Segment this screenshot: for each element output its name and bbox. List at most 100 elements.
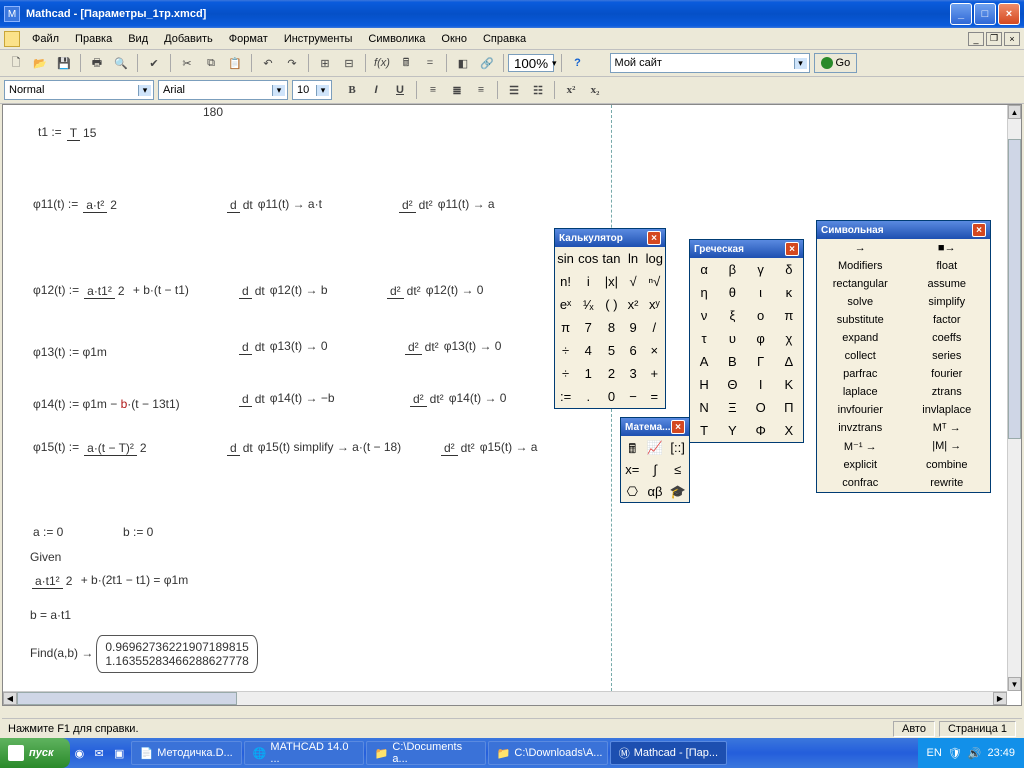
symbolic-keyword[interactable]: substitute (817, 311, 904, 329)
bullets-icon[interactable]: ☰ (503, 79, 525, 101)
menu-tools[interactable]: Инструменты (276, 31, 361, 47)
eq-d15[interactable]: ddtφ15(t) simplify → a·(t − 18) (225, 440, 401, 455)
greek-letter[interactable]: Κ (775, 373, 803, 396)
zoom-input[interactable] (508, 54, 554, 72)
calc-button[interactable]: 6 (622, 339, 643, 362)
greek-letter[interactable]: θ (718, 281, 746, 304)
calc-button[interactable]: 8 (600, 316, 622, 339)
symbolic-keyword[interactable]: factor (904, 311, 991, 329)
task-item[interactable]: 📁 C:\Downloads\A... (488, 741, 608, 765)
symbolic-keyword[interactable]: rectangular (817, 275, 904, 293)
task-item[interactable]: 📄 Методичка.D... (131, 741, 242, 765)
size-select[interactable]: 10 (292, 80, 332, 100)
calc-button[interactable]: xʸ (644, 293, 665, 316)
greek-letter[interactable]: ο (747, 304, 775, 327)
greek-palette[interactable]: Греческая× αβγδηθικνξοπτυφχΑΒΓΔΗΘΙΚΝΞΟΠΤ… (689, 239, 804, 443)
symbolic-icon[interactable]: 🎓 (666, 480, 689, 502)
calc-button[interactable]: √ (622, 270, 643, 293)
open-icon[interactable]: 📂 (29, 52, 51, 74)
calc-button[interactable]: = (644, 385, 665, 408)
eq-d13[interactable]: ddtφ13(t) → 0 (237, 339, 328, 354)
calc-button[interactable]: 2 (600, 362, 622, 385)
calc-button[interactable]: ln (622, 247, 643, 270)
symbolic-keyword[interactable]: ■→ (904, 239, 991, 257)
eq-d14[interactable]: ddtφ14(t) → −b (237, 391, 335, 406)
menu-edit[interactable]: Правка (67, 31, 120, 47)
menu-insert[interactable]: Добавить (156, 31, 221, 47)
eq-d11[interactable]: ddtφ11(t) → a·t (225, 197, 322, 212)
greek-letter[interactable]: Α (690, 350, 718, 373)
symbolic-keyword[interactable]: ztrans (904, 383, 991, 401)
ref-icon[interactable]: 🔗 (476, 52, 498, 74)
symbolic-keyword[interactable]: Modifiers (817, 257, 904, 275)
style-select[interactable]: Normal (4, 80, 154, 100)
eq-dd14[interactable]: d²dt²φ14(t) → 0 (408, 391, 506, 406)
greek-letter[interactable]: Χ (775, 419, 803, 442)
close-icon[interactable]: × (671, 420, 685, 434)
eq-dd15[interactable]: d²dt²φ15(t) → a (439, 440, 537, 455)
calc-icon[interactable]: = (419, 52, 441, 74)
task-item[interactable]: 📁 C:\Documents a... (366, 741, 486, 765)
mdi-min[interactable]: _ (968, 32, 984, 46)
eq-g2[interactable]: b = a·t1 (30, 608, 71, 623)
calc-button[interactable]: eˣ (555, 293, 576, 316)
eq-phi13[interactable]: φ13(t) := φ1m (33, 345, 107, 360)
calc-button[interactable]: 0 (600, 385, 622, 408)
symbolic-keyword[interactable]: expand (817, 329, 904, 347)
greek-letter[interactable]: Γ (747, 350, 775, 373)
calc-button[interactable]: 3 (622, 362, 643, 385)
calc-button[interactable]: ¹⁄ₓ (576, 293, 600, 316)
greek-letter[interactable]: Φ (747, 419, 775, 442)
quicklaunch-icon[interactable]: ◉ (75, 747, 85, 760)
close-icon[interactable]: × (785, 242, 799, 256)
symbolic-keyword[interactable]: invlaplace (904, 401, 991, 419)
calc-button[interactable]: log (644, 247, 665, 270)
cut-icon[interactable]: ✂ (176, 52, 198, 74)
program-icon[interactable]: ⎔ (621, 480, 644, 502)
greek-icon[interactable]: αβ (644, 480, 667, 502)
calc-button[interactable]: / (644, 316, 665, 339)
component-icon[interactable]: ◧ (452, 52, 474, 74)
symbolic-keyword[interactable]: fourier (904, 365, 991, 383)
greek-letter[interactable]: τ (690, 327, 718, 350)
calc-button[interactable]: i (576, 270, 600, 293)
eq-phi15[interactable]: φ15(t) := a·(t − T)²2 (33, 440, 152, 455)
calc-button[interactable]: |x| (600, 270, 622, 293)
symbolic-keyword[interactable]: series (904, 347, 991, 365)
symbolic-keyword[interactable]: simplify (904, 293, 991, 311)
matrix-icon[interactable]: [::] (666, 436, 689, 458)
calc-button[interactable]: ⁿ√ (644, 270, 665, 293)
menu-file[interactable]: Файл (24, 31, 67, 47)
horizontal-scrollbar[interactable]: ◀▶ (3, 691, 1007, 705)
spell-icon[interactable]: ✔ (143, 52, 165, 74)
calc-button[interactable]: cos (576, 247, 600, 270)
paste-icon[interactable]: 📋 (224, 52, 246, 74)
close-button[interactable]: × (998, 3, 1020, 25)
calc-button[interactable]: . (576, 385, 600, 408)
tray-icon[interactable]: 🛡 (948, 747, 962, 760)
symbolic-keyword[interactable]: → (817, 239, 904, 257)
calc-button[interactable]: 5 (600, 339, 622, 362)
symbolic-keyword[interactable]: solve (817, 293, 904, 311)
symbolic-keyword[interactable]: parfrac (817, 365, 904, 383)
superscript-icon[interactable]: x² (560, 79, 582, 101)
eq-g1[interactable]: a·t1²2 + b·(2t1 − t1) = φ1m (30, 573, 188, 588)
eq-given[interactable]: Given (30, 550, 61, 565)
greek-letter[interactable]: Θ (718, 373, 746, 396)
calc-button[interactable]: n! (555, 270, 576, 293)
symbolic-keyword[interactable]: confrac (817, 474, 904, 492)
new-icon[interactable]: 🗋 (5, 52, 27, 74)
tray-icon[interactable]: 🔊 (968, 747, 982, 760)
bold-icon[interactable]: B (341, 79, 363, 101)
symbolic-keyword[interactable]: assume (904, 275, 991, 293)
task-item[interactable]: 🌐 MATHCAD 14.0 ... (244, 741, 364, 765)
greek-letter[interactable]: δ (775, 258, 803, 281)
help-icon[interactable]: ? (567, 52, 589, 74)
greek-letter[interactable]: Ι (747, 373, 775, 396)
calculator-palette[interactable]: Калькулятор× sincostanlnlogn!i|x|√ⁿ√eˣ¹⁄… (554, 228, 666, 409)
calc-button[interactable]: 1 (576, 362, 600, 385)
symbolic-keyword[interactable]: rewrite (904, 474, 991, 492)
task-item-active[interactable]: Ⓜ Mathcad - [Пар... (610, 741, 727, 765)
eval-icon[interactable]: x= (621, 458, 644, 480)
menu-symbol[interactable]: Символика (360, 31, 433, 47)
